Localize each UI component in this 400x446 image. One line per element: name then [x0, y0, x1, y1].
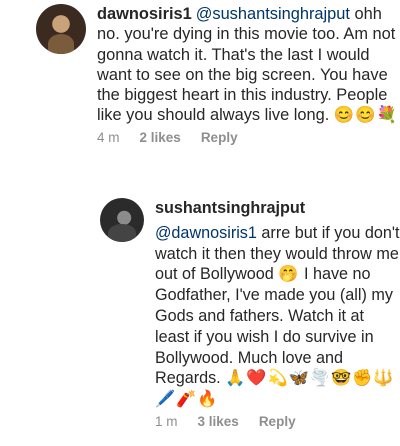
reply-button[interactable]: Reply — [259, 414, 296, 429]
comment-emojis: 😊😊💐 — [333, 106, 399, 125]
comment-text: dawnosiris1 @sushantsinghrajput ohh no. y… — [97, 4, 400, 126]
avatar[interactable] — [36, 4, 86, 54]
reply-button[interactable]: Reply — [201, 130, 238, 145]
comment-body: sushantsinghrajput @dawnosiris1 arre but… — [144, 198, 400, 429]
comment-username[interactable]: dawnosiris1 — [97, 5, 192, 23]
comment-username[interactable]: sushantsinghrajput — [155, 198, 400, 219]
comment-time: 4 m — [97, 129, 120, 145]
comment-time: 1 m — [155, 413, 178, 429]
comment-sushantsinghrajput: sushantsinghrajput @dawnosiris1 arre but… — [100, 198, 400, 429]
comment-dawnosiris1: dawnosiris1 @sushantsinghrajput ohh no. y… — [36, 4, 400, 145]
comment-text: sushantsinghrajput @dawnosiris1 arre but… — [155, 198, 400, 410]
comment-meta: 1 m 3 likes Reply — [155, 414, 400, 429]
comment-body: dawnosiris1 @sushantsinghrajput ohh no. y… — [86, 4, 400, 145]
comment-mention[interactable]: @dawnosiris1 — [155, 224, 257, 242]
comment-likes-button[interactable]: 3 likes — [198, 414, 239, 429]
comment-inline-emoji: 🤭 — [278, 265, 300, 284]
comment-meta: 4 m 2 likes Reply — [97, 130, 400, 145]
comment-likes-button[interactable]: 2 likes — [140, 130, 181, 145]
avatar[interactable] — [100, 198, 144, 242]
comment-mention[interactable]: @sushantsinghrajput — [196, 5, 350, 23]
